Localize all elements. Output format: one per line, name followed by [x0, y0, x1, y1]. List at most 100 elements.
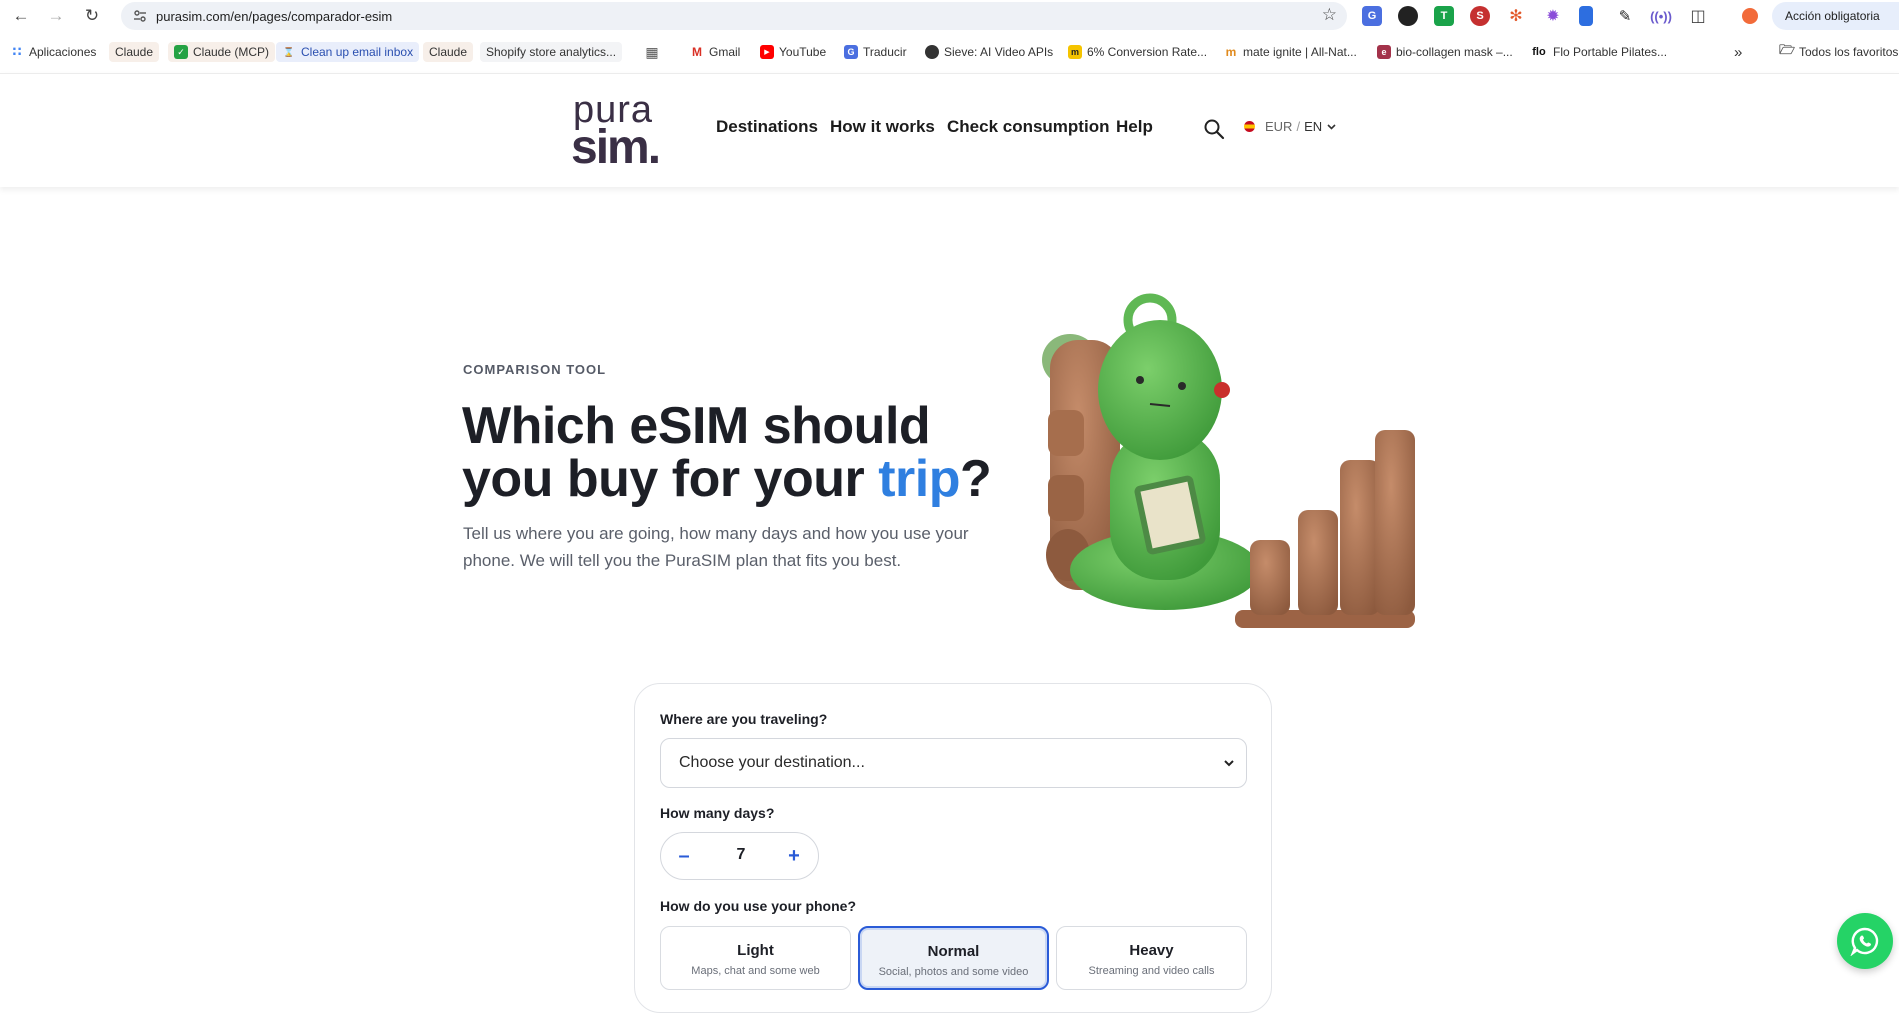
days-value[interactable]: 7 — [721, 846, 761, 864]
bookmark-label: bio-collagen mask –... — [1396, 45, 1513, 59]
bookmark-label: Claude — [429, 45, 468, 59]
site-favicon-icon: m — [1068, 45, 1082, 59]
action-required-label: Acción obligatoria — [1785, 9, 1880, 23]
whatsapp-chat-button[interactable] — [1837, 913, 1893, 969]
search-icon[interactable] — [1203, 118, 1225, 140]
nav-check-consumption[interactable]: Check consumption — [947, 117, 1109, 137]
extensions-puzzle-icon[interactable]: ◫ — [1688, 6, 1708, 26]
usage-option-title: Normal — [927, 943, 980, 960]
traveler-mascot-illustration — [1042, 293, 1415, 628]
days-label: How many days? — [660, 805, 775, 821]
title-accent-word: trip — [878, 450, 960, 508]
flo-icon: flo — [1532, 46, 1546, 58]
usage-option-heavy[interactable]: Heavy Streaming and video calls — [1056, 926, 1247, 990]
bookmark-claude[interactable]: Claude — [109, 42, 160, 62]
translate-extension-icon[interactable]: G — [1362, 6, 1382, 26]
logo-text-bottom: sim. — [571, 121, 661, 174]
usage-option-light[interactable]: Light Maps, chat and some web — [660, 926, 851, 990]
usage-option-desc: Social, photos and some video — [878, 966, 1029, 978]
more-bookmarks-label: » — [1734, 43, 1743, 61]
site-info-icon[interactable] — [133, 9, 147, 23]
eyedropper-icon[interactable]: ✎ — [1615, 6, 1635, 26]
translate-icon: G — [844, 45, 858, 59]
bookmark-label: Claude — [115, 45, 154, 59]
extension-icon[interactable] — [1398, 6, 1418, 26]
locale-separator: / — [1296, 119, 1301, 134]
usage-option-desc: Maps, chat and some web — [691, 965, 820, 977]
apps-grid-icon: ∷ — [12, 44, 22, 59]
extension-icon[interactable] — [1579, 6, 1593, 26]
bookmark-label: Traducir — [863, 45, 907, 59]
extension-icon[interactable]: T — [1434, 6, 1454, 26]
currency-label: EUR — [1265, 119, 1293, 134]
bookmark-shopify-analytics[interactable]: Shopify store analytics... — [480, 42, 623, 62]
bookmark-gmail[interactable]: M Gmail — [690, 42, 740, 62]
bookmark-label: 6% Conversion Rate... — [1087, 45, 1208, 59]
nav-how-it-works[interactable]: How it works — [830, 117, 935, 137]
bookmark-label: Clean up email inbox — [301, 45, 414, 59]
action-required-button[interactable]: Acción obligatoria — [1772, 2, 1899, 30]
bookmark-label: Flo Portable Pilates... — [1553, 45, 1668, 59]
bookmark-label: Todos los favoritos — [1799, 45, 1899, 59]
bookmark-label: Shopify store analytics... — [486, 45, 617, 59]
all-bookmarks-folder[interactable]: 🗁 Todos los favoritos — [1778, 42, 1899, 62]
usage-option-title: Heavy — [1129, 942, 1174, 959]
bookmark-claude-mcp[interactable]: ✓ Claude (MCP) — [168, 42, 276, 62]
address-bar[interactable]: purasim.com/en/pages/comparador-esim ☆ — [121, 2, 1347, 30]
back-arrow-icon[interactable]: ← — [9, 4, 33, 28]
bookmark-label: Gmail — [709, 45, 741, 59]
locale-selector[interactable]: EUR / EN — [1244, 119, 1337, 134]
bookmark-claude[interactable]: Claude — [423, 42, 474, 62]
title-text: Which eSIM should you buy for your — [462, 397, 931, 508]
destination-select-value: Choose your destination... — [679, 754, 865, 771]
nav-help[interactable]: Help — [1116, 117, 1153, 137]
sieve-icon — [925, 45, 939, 59]
bookmark-conversion-rate[interactable]: m 6% Conversion Rate... — [1068, 42, 1207, 62]
gmail-icon: M — [692, 45, 702, 59]
destination-label: Where are you traveling? — [660, 711, 828, 727]
url-text[interactable]: purasim.com/en/pages/comparador-esim — [156, 9, 392, 24]
bookmark-label: Claude (MCP) — [193, 45, 270, 59]
bookmark-mate-ignite[interactable]: m mate ignite | All-Nat... — [1224, 42, 1357, 62]
whatsapp-icon — [1850, 927, 1879, 956]
site-favicon-icon: m — [1225, 45, 1237, 59]
usage-label: How do you use your phone? — [660, 898, 856, 914]
bookmark-clean-inbox[interactable]: ⌛ Clean up email inbox — [276, 42, 420, 62]
bookmark-apps[interactable]: ∷ Aplicaciones — [10, 42, 96, 62]
hourglass-icon: ⌛ — [283, 46, 295, 57]
usage-option-title: Light — [737, 942, 774, 959]
bookmark-label: Aplicaciones — [29, 45, 97, 59]
bookmark-grid[interactable]: ▦ — [645, 42, 659, 62]
folder-icon: 🗁 — [1778, 42, 1796, 57]
decrease-days-button[interactable]: – — [671, 843, 697, 869]
extension-icon[interactable]: ✹ — [1543, 6, 1563, 26]
more-bookmarks-button[interactable]: » — [1734, 42, 1742, 62]
bookmark-bio-collagen[interactable]: e bio-collagen mask –... — [1377, 42, 1513, 62]
usage-option-normal[interactable]: Normal Social, photos and some video — [858, 926, 1049, 990]
bookmark-traducir[interactable]: G Traducir — [844, 42, 907, 62]
forward-arrow-icon[interactable]: → — [44, 4, 68, 28]
reload-icon[interactable]: ↻ — [80, 4, 104, 28]
grid-icon: ▦ — [645, 43, 659, 60]
claude-extension-icon[interactable]: ✻ — [1506, 6, 1526, 26]
purasim-logo[interactable]: pura sim. — [570, 88, 680, 174]
increase-days-button[interactable]: + — [781, 843, 807, 869]
bookmark-label: YouTube — [779, 45, 827, 59]
usage-option-desc: Streaming and video calls — [1088, 965, 1215, 977]
comparison-form-card: Where are you traveling? Choose your des… — [634, 683, 1272, 1013]
bookmark-label: mate ignite | All-Nat... — [1243, 45, 1357, 59]
bookmark-sieve[interactable]: Sieve: AI Video APIs — [925, 42, 1053, 62]
bookmark-label: Sieve: AI Video APIs — [944, 45, 1054, 59]
broadcast-icon[interactable]: ((•)) — [1650, 6, 1672, 26]
extension-icon[interactable]: S — [1470, 6, 1490, 26]
bookmark-youtube[interactable]: ▶ YouTube — [760, 42, 826, 62]
language-label: EN — [1304, 119, 1323, 134]
bookmark-flo-pilates[interactable]: flo Flo Portable Pilates... — [1530, 42, 1667, 62]
site-favicon-icon: e — [1377, 45, 1391, 59]
bookmark-star-icon[interactable]: ☆ — [1322, 5, 1337, 25]
destination-select[interactable]: Choose your destination... — [660, 738, 1247, 788]
profile-avatar[interactable] — [1742, 8, 1758, 24]
title-question-mark: ? — [959, 450, 992, 508]
nav-destinations[interactable]: Destinations — [716, 117, 818, 137]
hero-subtitle: Tell us where you are going, how many da… — [463, 524, 969, 570]
